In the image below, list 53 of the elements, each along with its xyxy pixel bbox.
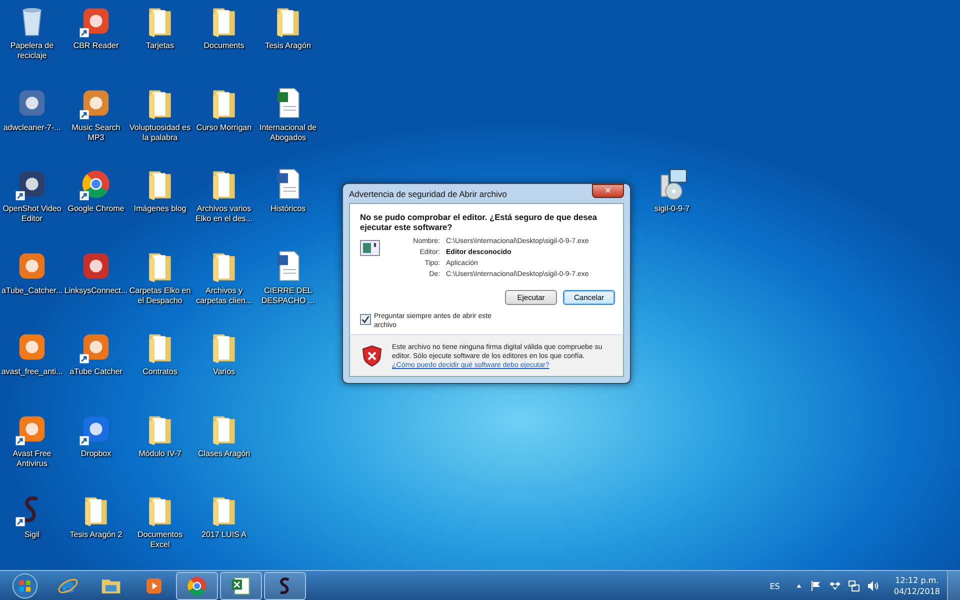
icon-label: Carpetas Elko en el Despacho bbox=[128, 286, 192, 306]
dropbox-icon[interactable] bbox=[828, 580, 841, 592]
icon-label: Históricos bbox=[269, 204, 307, 214]
icon-label: aTube Catcher bbox=[68, 367, 124, 377]
icon-label: aTube_Catcher... bbox=[0, 286, 64, 296]
icon-label: 2017 LUIS A bbox=[200, 530, 248, 540]
icon-label: Documentos Excel bbox=[136, 530, 184, 550]
icon-label: Clases Aragón bbox=[196, 448, 252, 458]
icon-label: Sigil bbox=[23, 530, 41, 540]
icon-label: Imágenes blog bbox=[132, 204, 188, 214]
show-hidden-icons-icon[interactable] bbox=[794, 582, 803, 590]
icon-label: Internacional de Abogados bbox=[258, 122, 318, 142]
icon-label: Papelera de reciclaje bbox=[9, 41, 55, 61]
icon-label: Music Search MP3 bbox=[70, 122, 122, 142]
icon-label: Archivos varios Elko en el des... bbox=[194, 204, 254, 224]
icon-label: Tesis Aragón bbox=[264, 41, 312, 51]
icon-label: Dropbox bbox=[80, 448, 112, 458]
warning-shield-icon bbox=[362, 345, 382, 367]
icon-label: Archivos y carpetas clien... bbox=[194, 286, 254, 306]
icon-label: Módulo IV-7 bbox=[138, 448, 182, 458]
icon-label: Tarjetas bbox=[144, 41, 175, 51]
network-icon[interactable] bbox=[848, 580, 860, 592]
volume-icon[interactable] bbox=[866, 580, 879, 592]
icon-label: Voluptuosidad es la palabra bbox=[128, 122, 192, 142]
icon-label: sigil-0-9-7 bbox=[653, 204, 691, 214]
taskbar-button[interactable] bbox=[220, 572, 262, 600]
icon-label: avast_free_anti... bbox=[0, 367, 64, 377]
browser-icon bbox=[186, 575, 208, 597]
flag-icon[interactable] bbox=[810, 580, 822, 592]
close-button[interactable]: × bbox=[592, 184, 624, 198]
icon-label: CIERRE DEL DESPACHO ... bbox=[260, 286, 316, 306]
window-title: Advertencia de seguridad de Abrir archivo bbox=[349, 188, 507, 198]
checkbox[interactable] bbox=[360, 314, 371, 325]
media-player-icon bbox=[144, 576, 164, 596]
language-indicator[interactable]: ES bbox=[770, 582, 780, 590]
icon-label: Google Chrome bbox=[66, 204, 126, 214]
icon-label: Varios bbox=[212, 367, 236, 377]
icon-label: Curso Morrigan bbox=[195, 122, 253, 132]
icon-label: CBR Reader bbox=[72, 41, 120, 51]
icon-label: Tesis Aragón 2 bbox=[68, 530, 124, 540]
icon-label: OpenShot Video Editor bbox=[2, 204, 62, 224]
icon-label: adwcleaner-7-... bbox=[2, 122, 62, 132]
spreadsheet-icon bbox=[230, 575, 252, 597]
icon-label: Documents bbox=[202, 41, 246, 51]
taskbar-button[interactable] bbox=[264, 572, 306, 600]
windows-logo-icon bbox=[12, 573, 38, 599]
application-icon bbox=[360, 240, 380, 256]
icon-label: Contratos bbox=[142, 367, 178, 377]
icon-label: Avast Free Antivirus bbox=[12, 448, 52, 468]
clock-time[interactable]: 12:12 p.m. bbox=[895, 575, 939, 586]
dialog-question: No se pudo comprobar el editor. ¿Está seguro de que desea ejecutar este software? bbox=[360, 212, 598, 232]
icon-label: LinksysConnect... bbox=[64, 286, 128, 296]
clock-date[interactable]: 04/12/2018 bbox=[894, 586, 940, 597]
